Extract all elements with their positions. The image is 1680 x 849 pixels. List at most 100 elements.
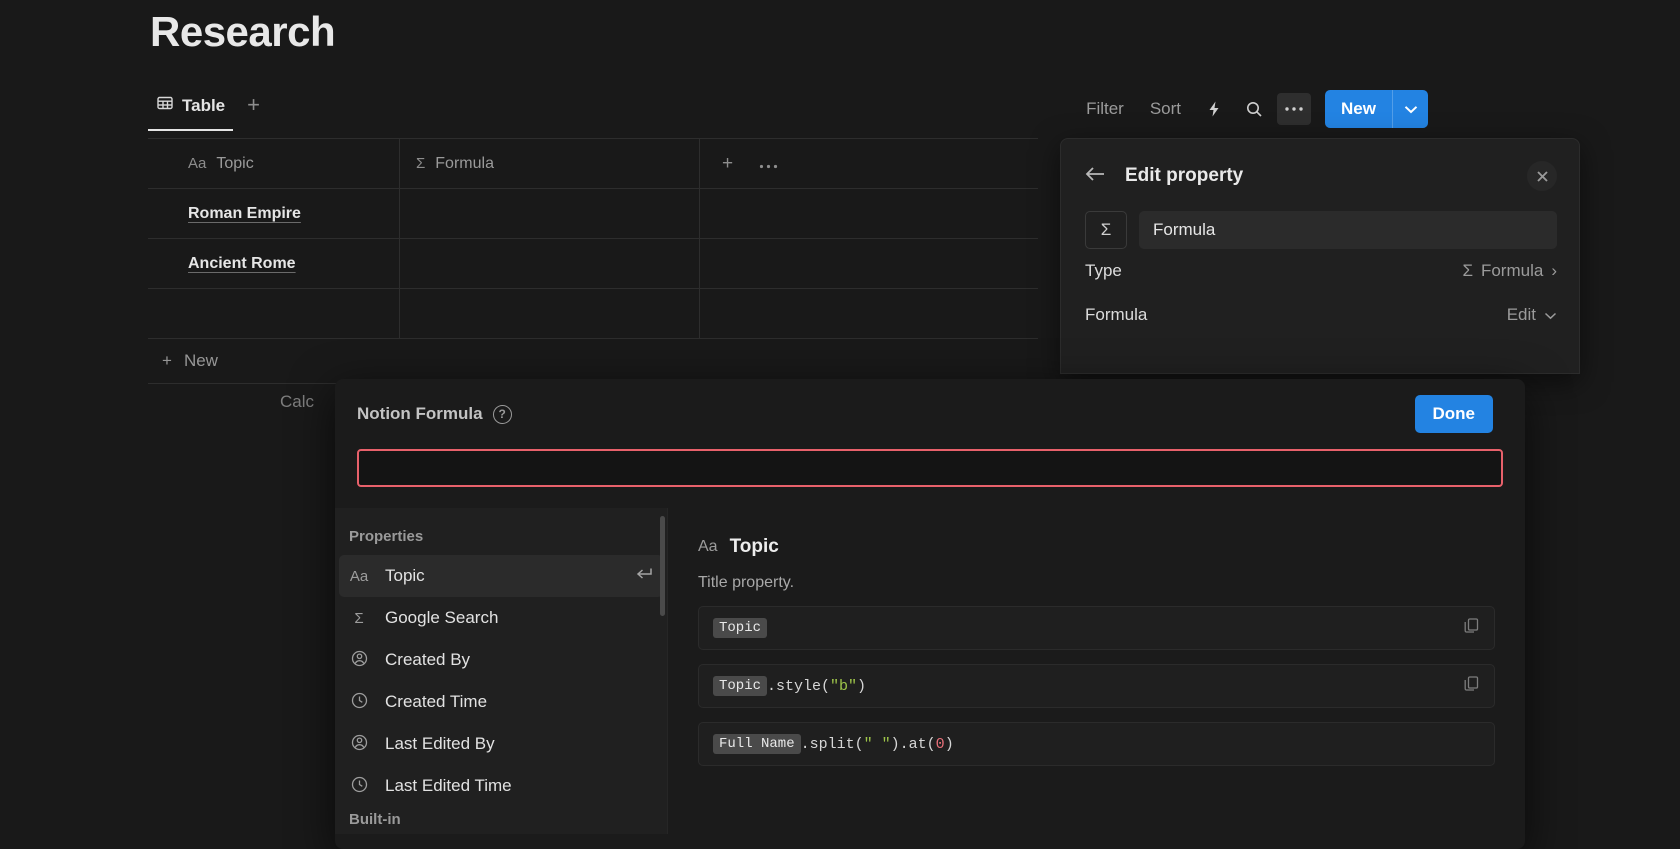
filter-button[interactable]: Filter	[1076, 93, 1134, 125]
cell-empty	[700, 239, 1038, 288]
cell-topic[interactable]: Roman Empire	[148, 189, 400, 238]
example-code: .split(" ").at(0)	[801, 736, 954, 753]
property-name-input[interactable]	[1139, 211, 1557, 249]
example-row: Topic	[698, 606, 1495, 650]
formula-editor-header: Notion Formula ? Done	[335, 379, 1525, 449]
column-header-formula-label: Formula	[435, 155, 494, 173]
cell-formula[interactable]	[400, 239, 700, 288]
cell-formula[interactable]	[400, 289, 700, 338]
property-type-value: Σ Formula ›	[1462, 261, 1557, 281]
detail-description: Title property.	[698, 574, 1495, 592]
column-header-topic[interactable]: Aa Topic	[148, 139, 400, 188]
property-option-label: Last Edited By	[385, 734, 495, 754]
formula-editor-body: Properties Aa Topic Σ Google Search	[335, 508, 1525, 834]
new-button[interactable]: New	[1325, 90, 1428, 128]
formula-icon[interactable]: Σ	[1085, 211, 1127, 249]
property-type-label: Type	[1085, 261, 1122, 281]
new-button-label: New	[1325, 90, 1392, 128]
cell-formula[interactable]	[400, 189, 700, 238]
sort-button[interactable]: Sort	[1140, 93, 1191, 125]
property-pill: Topic	[713, 676, 767, 696]
title-icon: Aa	[349, 568, 369, 585]
formula-icon: Σ	[416, 155, 425, 172]
plus-icon: +	[162, 351, 172, 371]
property-option-last-edited-by[interactable]: Last Edited By	[339, 723, 663, 765]
add-column-icon[interactable]: +	[722, 153, 733, 175]
edit-property-title: Edit property	[1125, 165, 1243, 187]
new-row-button[interactable]: + New	[148, 338, 1038, 384]
property-type-value-label: Formula	[1481, 261, 1543, 281]
copy-icon[interactable]	[1463, 675, 1480, 697]
new-row-label: New	[184, 351, 218, 371]
table-row[interactable]	[148, 289, 1038, 339]
edit-property-panel: Edit property Σ Type Σ Formula › Formula…	[1060, 138, 1580, 374]
table-row[interactable]: Roman Empire	[148, 189, 1038, 239]
search-icon[interactable]	[1237, 93, 1271, 125]
ellipsis-icon[interactable]	[759, 153, 778, 175]
table-icon	[156, 94, 174, 117]
return-icon	[635, 567, 653, 586]
property-type-row[interactable]: Type Σ Formula ›	[1061, 249, 1579, 293]
person-icon	[349, 650, 369, 671]
clock-icon	[349, 776, 369, 797]
property-option-google-search[interactable]: Σ Google Search	[339, 597, 663, 639]
formula-editor-modal: Notion Formula ? Done Properties Aa Topi…	[335, 379, 1525, 849]
property-pill: Full Name	[713, 734, 801, 754]
row-title[interactable]: Roman Empire	[188, 205, 301, 223]
property-option-last-edited-time[interactable]: Last Edited Time	[339, 765, 663, 807]
property-option-label: Last Edited Time	[385, 776, 512, 796]
detail-title: Topic	[730, 536, 779, 558]
tab-table[interactable]: Table	[148, 88, 233, 131]
property-option-label: Created Time	[385, 692, 487, 712]
row-title[interactable]: Ancient Rome	[188, 255, 296, 273]
edit-property-header: Edit property	[1061, 139, 1579, 191]
chevron-down-icon[interactable]	[1392, 90, 1428, 128]
cell-topic[interactable]: Ancient Rome	[148, 239, 400, 288]
detail-title-row: Aa Topic	[698, 536, 1495, 558]
column-header-formula[interactable]: Σ Formula	[400, 139, 700, 188]
example-row: Topic .style("b")	[698, 664, 1495, 708]
page-title: Research	[150, 8, 335, 56]
property-option-label: Created By	[385, 650, 470, 670]
add-view-button[interactable]: +	[237, 90, 270, 130]
chevron-down-icon	[1544, 305, 1557, 325]
property-formula-label: Formula	[1085, 305, 1147, 325]
arrow-left-icon[interactable]	[1085, 165, 1107, 188]
formula-editor-title-group: Notion Formula ?	[357, 404, 512, 424]
question-circle-icon[interactable]: ?	[493, 405, 512, 424]
close-icon[interactable]	[1527, 161, 1557, 191]
calculate-button[interactable]: Calc	[280, 392, 314, 412]
view-tab-bar: Table +	[148, 88, 270, 131]
property-option-created-by[interactable]: Created By	[339, 639, 663, 681]
table-row[interactable]: Ancient Rome	[148, 239, 1038, 289]
formula-icon: Σ	[1462, 261, 1473, 281]
cell-topic[interactable]	[148, 289, 400, 338]
ellipsis-icon[interactable]	[1277, 93, 1311, 125]
formula-input[interactable]	[369, 460, 1491, 477]
property-formula-row[interactable]: Formula Edit	[1061, 293, 1579, 337]
formula-input-wrapper[interactable]	[357, 449, 1503, 487]
cell-empty	[700, 189, 1038, 238]
property-formula-value: Edit	[1507, 305, 1557, 325]
title-icon: Aa	[698, 538, 718, 556]
property-option-topic[interactable]: Aa Topic	[339, 555, 663, 597]
property-pill: Topic	[713, 618, 767, 638]
formula-detail-panel: Aa Topic Title property. Topic Topic .st…	[667, 508, 1525, 834]
property-option-label: Google Search	[385, 608, 498, 628]
column-header-topic-label: Topic	[216, 155, 253, 173]
column-header-actions: +	[700, 139, 1038, 188]
cell-empty	[700, 289, 1038, 338]
properties-section-label: Properties	[335, 524, 667, 555]
formula-icon: Σ	[349, 610, 369, 627]
properties-scrollbar[interactable]	[660, 516, 665, 616]
example-row: Full Name .split(" ").at(0)	[698, 722, 1495, 766]
database-toolbar: Filter Sort New	[1076, 90, 1428, 128]
formula-editor-title: Notion Formula	[357, 404, 483, 424]
done-button[interactable]: Done	[1415, 395, 1494, 433]
property-name-row: Σ	[1061, 191, 1579, 249]
copy-icon[interactable]	[1463, 617, 1480, 639]
lightning-icon[interactable]	[1197, 93, 1231, 125]
database-table: Aa Topic Σ Formula + Roman Empire Ancien…	[148, 138, 1038, 339]
property-option-created-time[interactable]: Created Time	[339, 681, 663, 723]
table-header-row: Aa Topic Σ Formula +	[148, 139, 1038, 189]
